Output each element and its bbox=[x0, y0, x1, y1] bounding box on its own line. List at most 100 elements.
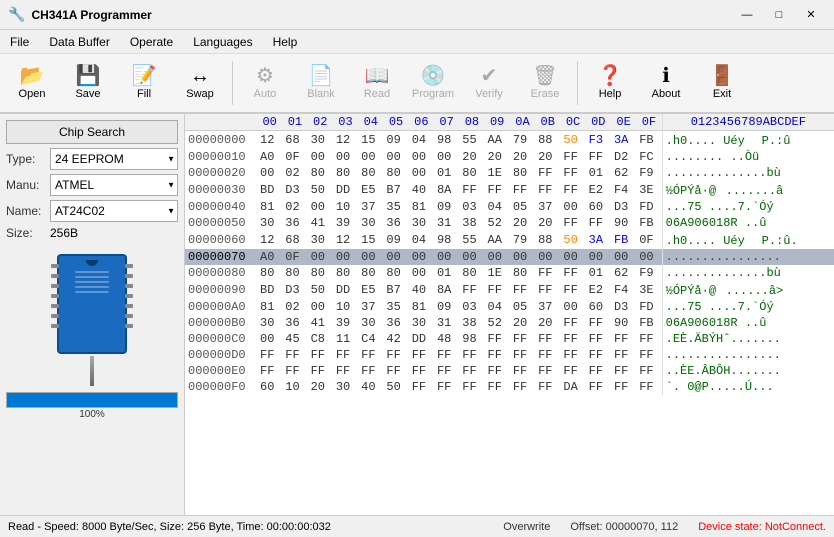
table-row[interactable]: 000000E0FFFFFFFFFFFFFFFFFFFFFFFFFFFFFFFF… bbox=[185, 363, 834, 379]
hex-cell[interactable]: 41 bbox=[308, 315, 333, 331]
hex-cell[interactable]: 00 bbox=[308, 249, 333, 265]
hex-cell[interactable]: FF bbox=[485, 379, 510, 395]
table-row[interactable]: 00000050303641393036303138522020FFFF90FB… bbox=[185, 215, 834, 231]
hex-cell[interactable]: 00 bbox=[560, 199, 585, 215]
hex-cell[interactable]: FF bbox=[459, 363, 484, 379]
hex-cell[interactable]: 42 bbox=[383, 331, 408, 347]
hex-cell[interactable]: 20 bbox=[485, 149, 510, 165]
hex-cell[interactable]: 00 bbox=[383, 149, 408, 165]
hex-cell[interactable]: FF bbox=[535, 181, 560, 199]
hex-cell[interactable]: FF bbox=[560, 149, 585, 165]
hex-cell[interactable]: 00 bbox=[636, 249, 662, 265]
hex-cell[interactable]: 12 bbox=[257, 231, 282, 249]
table-row[interactable]: 000000A08102001037358109030405370060D3FD… bbox=[185, 299, 834, 315]
hex-cell[interactable]: 90 bbox=[611, 315, 636, 331]
hex-cell[interactable]: 81 bbox=[409, 299, 434, 315]
hex-cell[interactable]: 38 bbox=[459, 215, 484, 231]
hex-cell[interactable]: 62 bbox=[611, 165, 636, 181]
hex-cell[interactable]: 00 bbox=[308, 299, 333, 315]
hex-cell[interactable]: 80 bbox=[459, 265, 484, 281]
hex-cell[interactable]: FF bbox=[535, 165, 560, 181]
hex-cell[interactable]: 3A bbox=[586, 231, 611, 249]
hex-cell[interactable]: FD bbox=[636, 199, 662, 215]
hex-cell[interactable]: FB bbox=[636, 215, 662, 231]
hex-cell[interactable]: 10 bbox=[282, 379, 307, 395]
hex-cell[interactable]: 88 bbox=[535, 231, 560, 249]
hex-cell[interactable]: C4 bbox=[358, 331, 383, 347]
hex-cell[interactable]: D3 bbox=[611, 299, 636, 315]
close-button[interactable]: ✕ bbox=[796, 5, 826, 25]
hex-cell[interactable]: 90 bbox=[611, 215, 636, 231]
hex-cell[interactable]: 45 bbox=[282, 331, 307, 347]
hex-cell[interactable]: 05 bbox=[510, 199, 535, 215]
hex-cell[interactable]: 11 bbox=[333, 331, 358, 347]
hex-cell[interactable]: 50 bbox=[560, 131, 585, 150]
hex-cell[interactable]: FF bbox=[560, 165, 585, 181]
name-select[interactable]: AT24C02 bbox=[55, 204, 173, 218]
hex-cell[interactable]: A0 bbox=[257, 249, 282, 265]
hex-cell[interactable]: D3 bbox=[282, 181, 307, 199]
hex-cell[interactable]: 35 bbox=[383, 299, 408, 315]
hex-cell[interactable]: DD bbox=[333, 181, 358, 199]
hex-cell[interactable]: 80 bbox=[257, 265, 282, 281]
hex-cell[interactable]: 41 bbox=[308, 215, 333, 231]
hex-cell[interactable]: 1E bbox=[485, 165, 510, 181]
hex-cell[interactable]: 79 bbox=[510, 231, 535, 249]
hex-cell[interactable]: D3 bbox=[611, 199, 636, 215]
hex-cell[interactable]: 03 bbox=[459, 199, 484, 215]
hex-cell[interactable]: 3A bbox=[611, 131, 636, 150]
maximize-button[interactable]: □ bbox=[764, 5, 794, 25]
hex-cell[interactable]: BD bbox=[257, 281, 282, 299]
hex-cell[interactable]: 80 bbox=[358, 265, 383, 281]
hex-cell[interactable]: FF bbox=[358, 347, 383, 363]
hex-cell[interactable]: 30 bbox=[358, 315, 383, 331]
hex-cell[interactable]: 3E bbox=[636, 181, 662, 199]
hex-cell[interactable]: B7 bbox=[383, 281, 408, 299]
hex-cell[interactable]: FF bbox=[459, 347, 484, 363]
hex-cell[interactable]: FF bbox=[333, 347, 358, 363]
hex-cell[interactable]: FF bbox=[535, 379, 560, 395]
hex-cell[interactable]: 20 bbox=[510, 149, 535, 165]
table-row[interactable]: 00000030BDD350DDE5B7408AFFFFFFFFFFE2F43E… bbox=[185, 181, 834, 199]
hex-cell[interactable]: 98 bbox=[434, 131, 459, 150]
hex-cell[interactable]: FF bbox=[282, 347, 307, 363]
hex-cell[interactable]: 30 bbox=[308, 231, 333, 249]
hex-cell[interactable]: 40 bbox=[409, 181, 434, 199]
hex-cell[interactable]: F3 bbox=[586, 131, 611, 150]
hex-cell[interactable]: 30 bbox=[257, 315, 282, 331]
hex-cell[interactable]: 09 bbox=[383, 231, 408, 249]
hex-cell[interactable]: 02 bbox=[282, 165, 307, 181]
hex-cell[interactable]: 20 bbox=[535, 315, 560, 331]
hex-cell[interactable]: FF bbox=[308, 363, 333, 379]
table-row[interactable]: 00000060126830121509049855AA7988503AFB0F… bbox=[185, 231, 834, 249]
hex-cell[interactable]: FB bbox=[611, 231, 636, 249]
manu-select[interactable]: ATMEL bbox=[55, 178, 173, 192]
hex-cell[interactable]: 02 bbox=[282, 199, 307, 215]
hex-cell[interactable]: 80 bbox=[510, 165, 535, 181]
hex-cell[interactable]: 50 bbox=[308, 181, 333, 199]
hex-cell[interactable]: FF bbox=[560, 281, 585, 299]
hex-cell[interactable]: FB bbox=[636, 131, 662, 150]
hex-cell[interactable]: 62 bbox=[611, 265, 636, 281]
fill-button[interactable]: 📝Fill bbox=[118, 57, 170, 109]
hex-cell[interactable]: FF bbox=[535, 331, 560, 347]
hex-cell[interactable]: FF bbox=[485, 363, 510, 379]
hex-cell[interactable]: FF bbox=[257, 347, 282, 363]
hex-cell[interactable]: 37 bbox=[535, 199, 560, 215]
hex-cell[interactable]: 03 bbox=[459, 299, 484, 315]
hex-cell[interactable]: 12 bbox=[333, 131, 358, 150]
hex-cell[interactable]: 01 bbox=[434, 265, 459, 281]
hex-cell[interactable]: 80 bbox=[510, 265, 535, 281]
hex-cell[interactable]: 00 bbox=[409, 165, 434, 181]
open-button[interactable]: 📂Open bbox=[6, 57, 58, 109]
hex-cell[interactable]: FF bbox=[636, 363, 662, 379]
hex-cell[interactable]: 36 bbox=[383, 215, 408, 231]
hex-cell[interactable]: 04 bbox=[409, 231, 434, 249]
hex-cell[interactable]: 00 bbox=[257, 331, 282, 347]
hex-cell[interactable]: 30 bbox=[333, 379, 358, 395]
hex-cell[interactable]: 00 bbox=[333, 149, 358, 165]
hex-cell[interactable]: F9 bbox=[636, 265, 662, 281]
hex-cell[interactable]: 98 bbox=[459, 331, 484, 347]
hex-cell[interactable]: 50 bbox=[560, 231, 585, 249]
hex-cell[interactable]: 20 bbox=[535, 149, 560, 165]
